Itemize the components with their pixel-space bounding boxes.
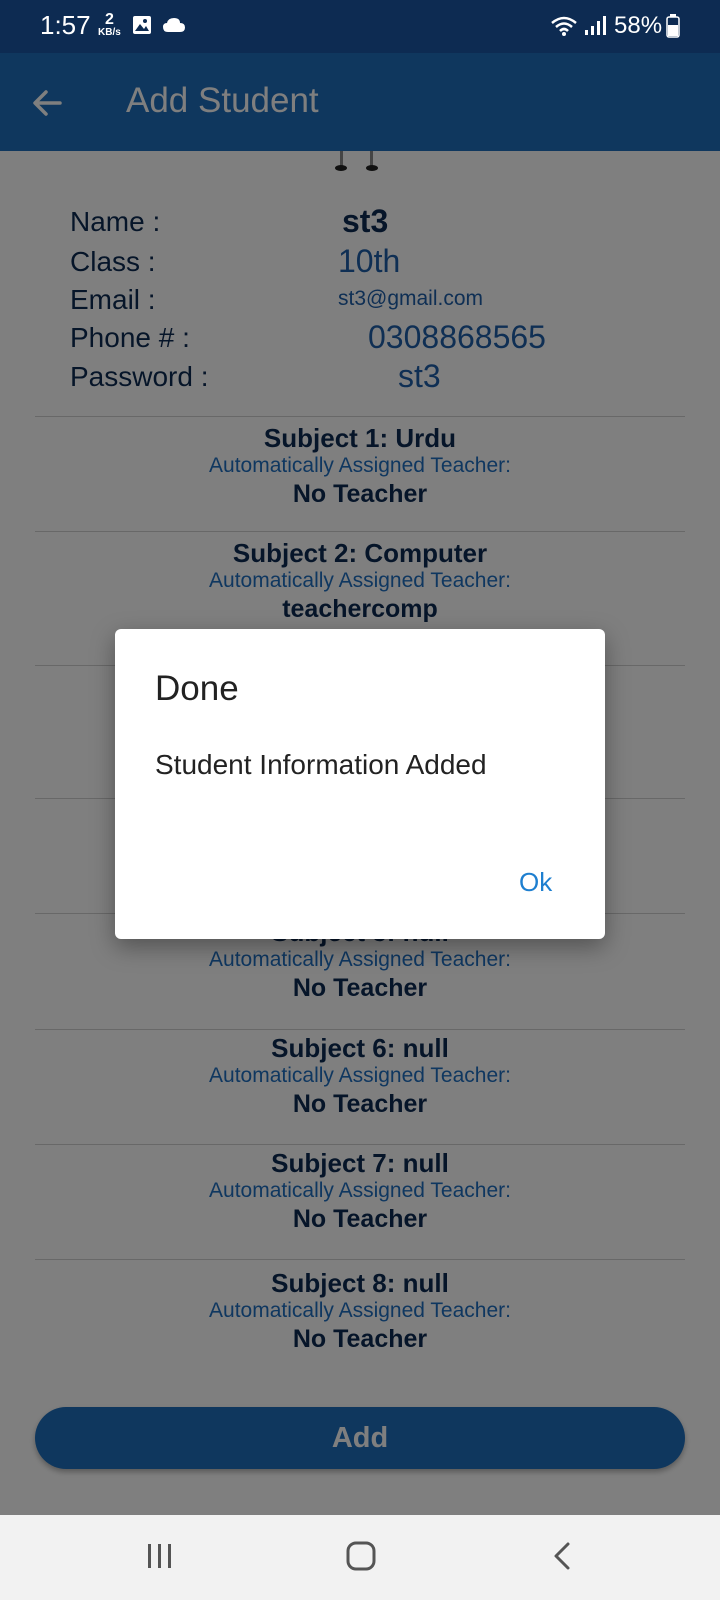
status-time: 1:57	[40, 10, 91, 40]
battery-level: 58%	[614, 12, 663, 39]
signal-icon	[584, 16, 606, 41]
wifi-icon	[550, 15, 578, 42]
battery-icon	[666, 14, 680, 43]
image-icon	[132, 15, 152, 40]
cloud-icon	[162, 17, 186, 38]
back-icon[interactable]	[552, 1541, 572, 1576]
ok-button[interactable]: Ok	[519, 867, 552, 898]
dialog-message: Student Information Added	[155, 749, 487, 780]
recent-apps-icon[interactable]	[146, 1541, 174, 1576]
network-speed: 2 KB/s	[98, 11, 121, 38]
home-icon[interactable]	[346, 1541, 376, 1576]
status-bar: 1:57 2 KB/s 58%	[0, 0, 720, 53]
alert-dialog: Done Student Information Added Ok	[115, 629, 605, 939]
dialog-title: Done	[155, 669, 239, 708]
system-nav-bar	[0, 1515, 720, 1600]
